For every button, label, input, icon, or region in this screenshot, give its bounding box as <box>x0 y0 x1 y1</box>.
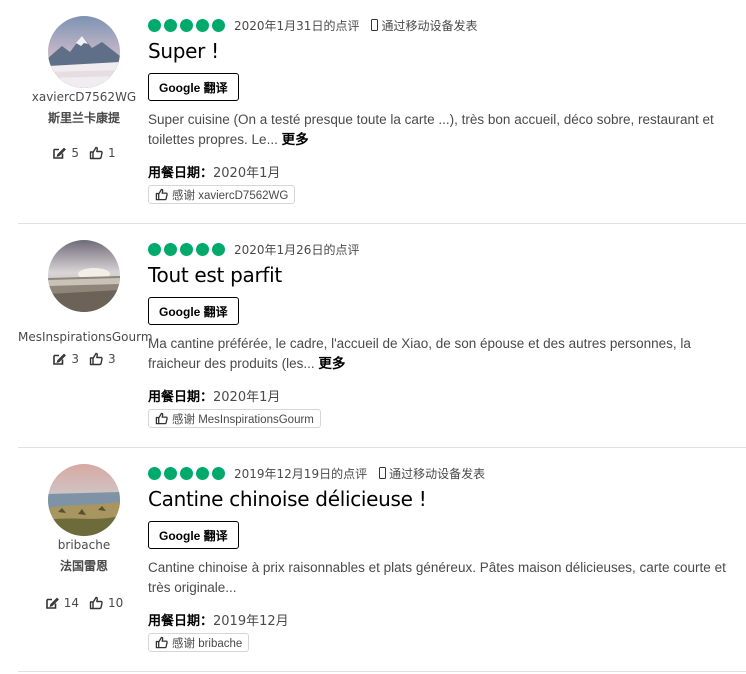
green-bubble-icon <box>148 242 161 256</box>
avatar[interactable] <box>48 464 120 536</box>
review-content: 2020年1月26日的点评 Tout est parfit Google 翻译 … <box>148 241 728 441</box>
google-translate-button[interactable]: Google 翻译 <box>148 297 239 325</box>
green-bubble-icon <box>212 466 225 480</box>
green-bubble-icon <box>196 466 209 480</box>
review-date: 2019年12月19日的点评 <box>234 466 368 481</box>
google-translate-button[interactable]: Google 翻译 <box>148 521 239 549</box>
review-date: 2020年1月26日的点评 <box>234 242 360 257</box>
green-bubble-icon <box>148 18 161 32</box>
thumbs-up-icon <box>155 188 168 201</box>
username[interactable]: xaviercD7562WG <box>18 90 150 104</box>
mobile-phone-icon <box>379 467 387 479</box>
review-text: Ma cantine préférée, le cadre, l'accueil… <box>148 336 691 371</box>
thank-reviewer-button[interactable]: 感谢 bribache <box>148 633 250 652</box>
username[interactable]: MesInspirationsGourm <box>18 330 153 344</box>
review-card: bribache 法国雷恩 14 10 2019年12月19日的点评 通过移动设… <box>0 448 746 672</box>
green-bubble-icon <box>164 18 177 32</box>
green-bubble-icon <box>180 242 193 256</box>
green-bubble-icon <box>196 242 209 256</box>
username[interactable]: bribache <box>18 538 150 552</box>
review-content: 2019年12月19日的点评 通过移动设备发表 Cantine chinoise… <box>148 465 728 665</box>
user-stats: 3 3 <box>18 352 150 366</box>
thumbs-up-icon <box>155 412 168 425</box>
thumbs-up-icon <box>89 146 103 160</box>
review-card: MesInspirationsGourm 3 3 2020年1月26日的点评 T… <box>0 224 746 448</box>
google-translate-button[interactable]: Google 翻译 <box>148 73 239 101</box>
review-text: Cantine chinoise à prix raisonnables et … <box>148 560 726 595</box>
thank-reviewer-button[interactable]: 感谢 xaviercD7562WG <box>148 185 296 204</box>
thumbs-up-icon <box>89 596 103 610</box>
green-bubble-icon <box>164 242 177 256</box>
mobile-badge: 通过移动设备发表 <box>371 17 477 34</box>
review-meta: 2020年1月31日的点评 通过移动设备发表 <box>148 17 477 33</box>
divider <box>18 671 746 672</box>
review-title[interactable]: Super ! <box>148 39 219 63</box>
thank-reviewer-button[interactable]: 感谢 MesInspirationsGourm <box>148 409 321 428</box>
rating-bubbles <box>148 466 225 480</box>
rating-bubbles <box>148 18 225 32</box>
review-count: 3 <box>52 352 79 366</box>
helpful-votes: 3 <box>89 352 116 366</box>
date-of-visit: 用餐日期：2020年1月 <box>148 166 281 181</box>
green-bubble-icon <box>212 242 225 256</box>
green-bubble-icon <box>212 18 225 32</box>
date-of-visit: 用餐日期：2020年1月 <box>148 390 281 405</box>
green-bubble-icon <box>196 18 209 32</box>
green-bubble-icon <box>148 466 161 480</box>
review-card: xaviercD7562WG 斯里兰卡康提 5 1 2020年1月31日的点评 <box>0 0 746 224</box>
pencil-edit-icon <box>45 597 59 609</box>
user-stats: 14 10 <box>18 596 150 610</box>
more-link[interactable]: 更多 <box>318 356 345 371</box>
avatar[interactable] <box>48 16 120 88</box>
review-title[interactable]: Tout est parfit <box>148 263 282 287</box>
review-count: 14 <box>45 596 79 610</box>
review-meta: 2019年12月19日的点评 通过移动设备发表 <box>148 465 485 481</box>
thumbs-up-icon <box>155 636 168 649</box>
more-link[interactable]: 更多 <box>282 132 309 147</box>
thumbs-up-icon <box>89 352 103 366</box>
date-of-visit: 用餐日期：2019年12月 <box>148 614 289 629</box>
user-location: 斯里兰卡康提 <box>47 111 120 125</box>
user-location: 法国雷恩 <box>59 559 108 573</box>
helpful-votes: 10 <box>89 596 123 610</box>
green-bubble-icon <box>180 466 193 480</box>
green-bubble-icon <box>180 18 193 32</box>
review-title[interactable]: Cantine chinoise délicieuse ! <box>148 487 427 511</box>
review-meta: 2020年1月26日的点评 <box>148 241 359 257</box>
review-text: Super cuisine (On a testé presque toute … <box>148 112 714 147</box>
helpful-votes: 1 <box>89 146 116 160</box>
pencil-edit-icon <box>53 353 67 365</box>
review-date: 2020年1月31日的点评 <box>234 18 360 33</box>
mobile-badge: 通过移动设备发表 <box>379 465 485 482</box>
user-stats: 5 1 <box>18 146 150 160</box>
mobile-phone-icon <box>371 19 379 31</box>
avatar[interactable] <box>48 240 120 312</box>
rating-bubbles <box>148 242 225 256</box>
review-count: 5 <box>52 146 79 160</box>
green-bubble-icon <box>164 466 177 480</box>
pencil-edit-icon <box>53 147 67 159</box>
review-content: 2020年1月31日的点评 通过移动设备发表 Super ! Google 翻译… <box>148 17 728 217</box>
